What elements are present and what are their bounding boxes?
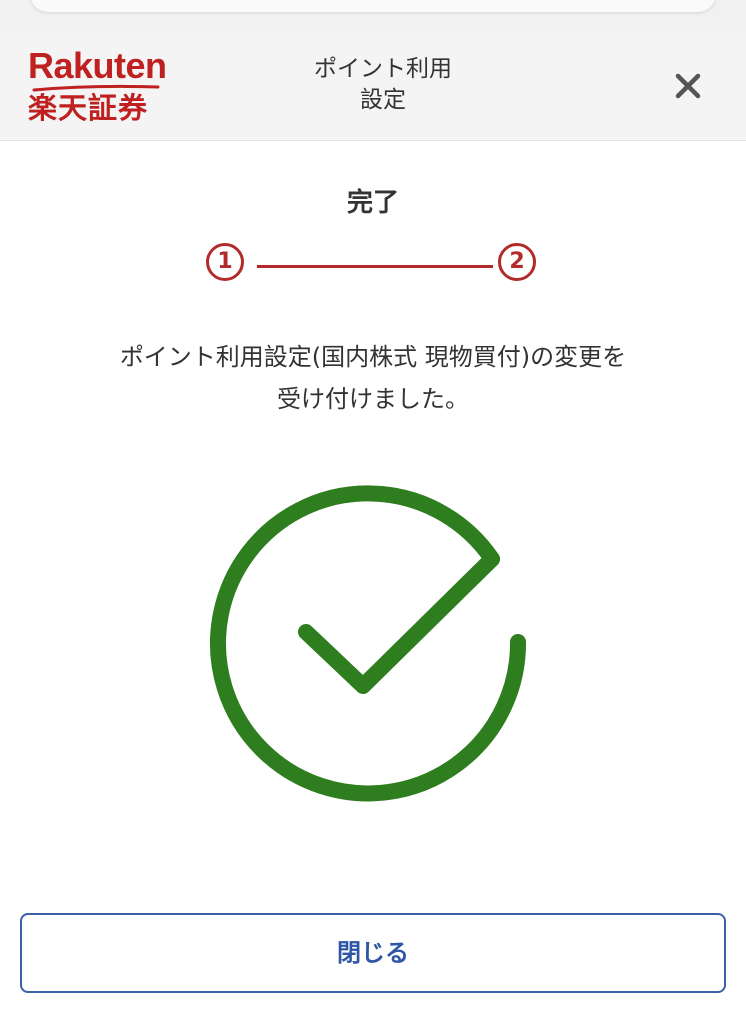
step-1-indicator: 1 — [206, 243, 244, 281]
close-dialog-button[interactable]: 閉じる — [20, 913, 726, 993]
close-button[interactable] — [668, 66, 708, 106]
stepper: 1 2 — [200, 243, 546, 291]
page-title-line2: 設定 — [360, 87, 406, 113]
completion-message: ポイント利用設定(国内株式 現物買付)の変更を 受け付けました。 — [40, 336, 706, 420]
stepper-connector — [257, 265, 493, 268]
page-title-line1: ポイント利用 — [314, 56, 452, 82]
browser-bar-edge — [30, 0, 716, 12]
header: Rakuten 楽天証券 ポイント利用 設定 — [0, 32, 746, 141]
completion-message-line2: 受け付けました。 — [277, 385, 469, 413]
step-title: 完了 — [346, 188, 399, 218]
status-bar-area — [0, 0, 746, 32]
page-title: ポイント利用 設定 — [273, 54, 493, 116]
close-icon — [675, 73, 701, 99]
step-2-indicator: 2 — [498, 243, 536, 281]
rakuten-securities-logo: Rakuten 楽天証券 — [28, 46, 178, 130]
check-circle-icon — [210, 485, 527, 802]
brand-name-ja: 楽天証券 — [28, 91, 149, 125]
completion-message-line1: ポイント利用設定(国内株式 現物買付)の変更を — [119, 343, 627, 371]
brand-name-en: Rakuten — [28, 45, 167, 86]
